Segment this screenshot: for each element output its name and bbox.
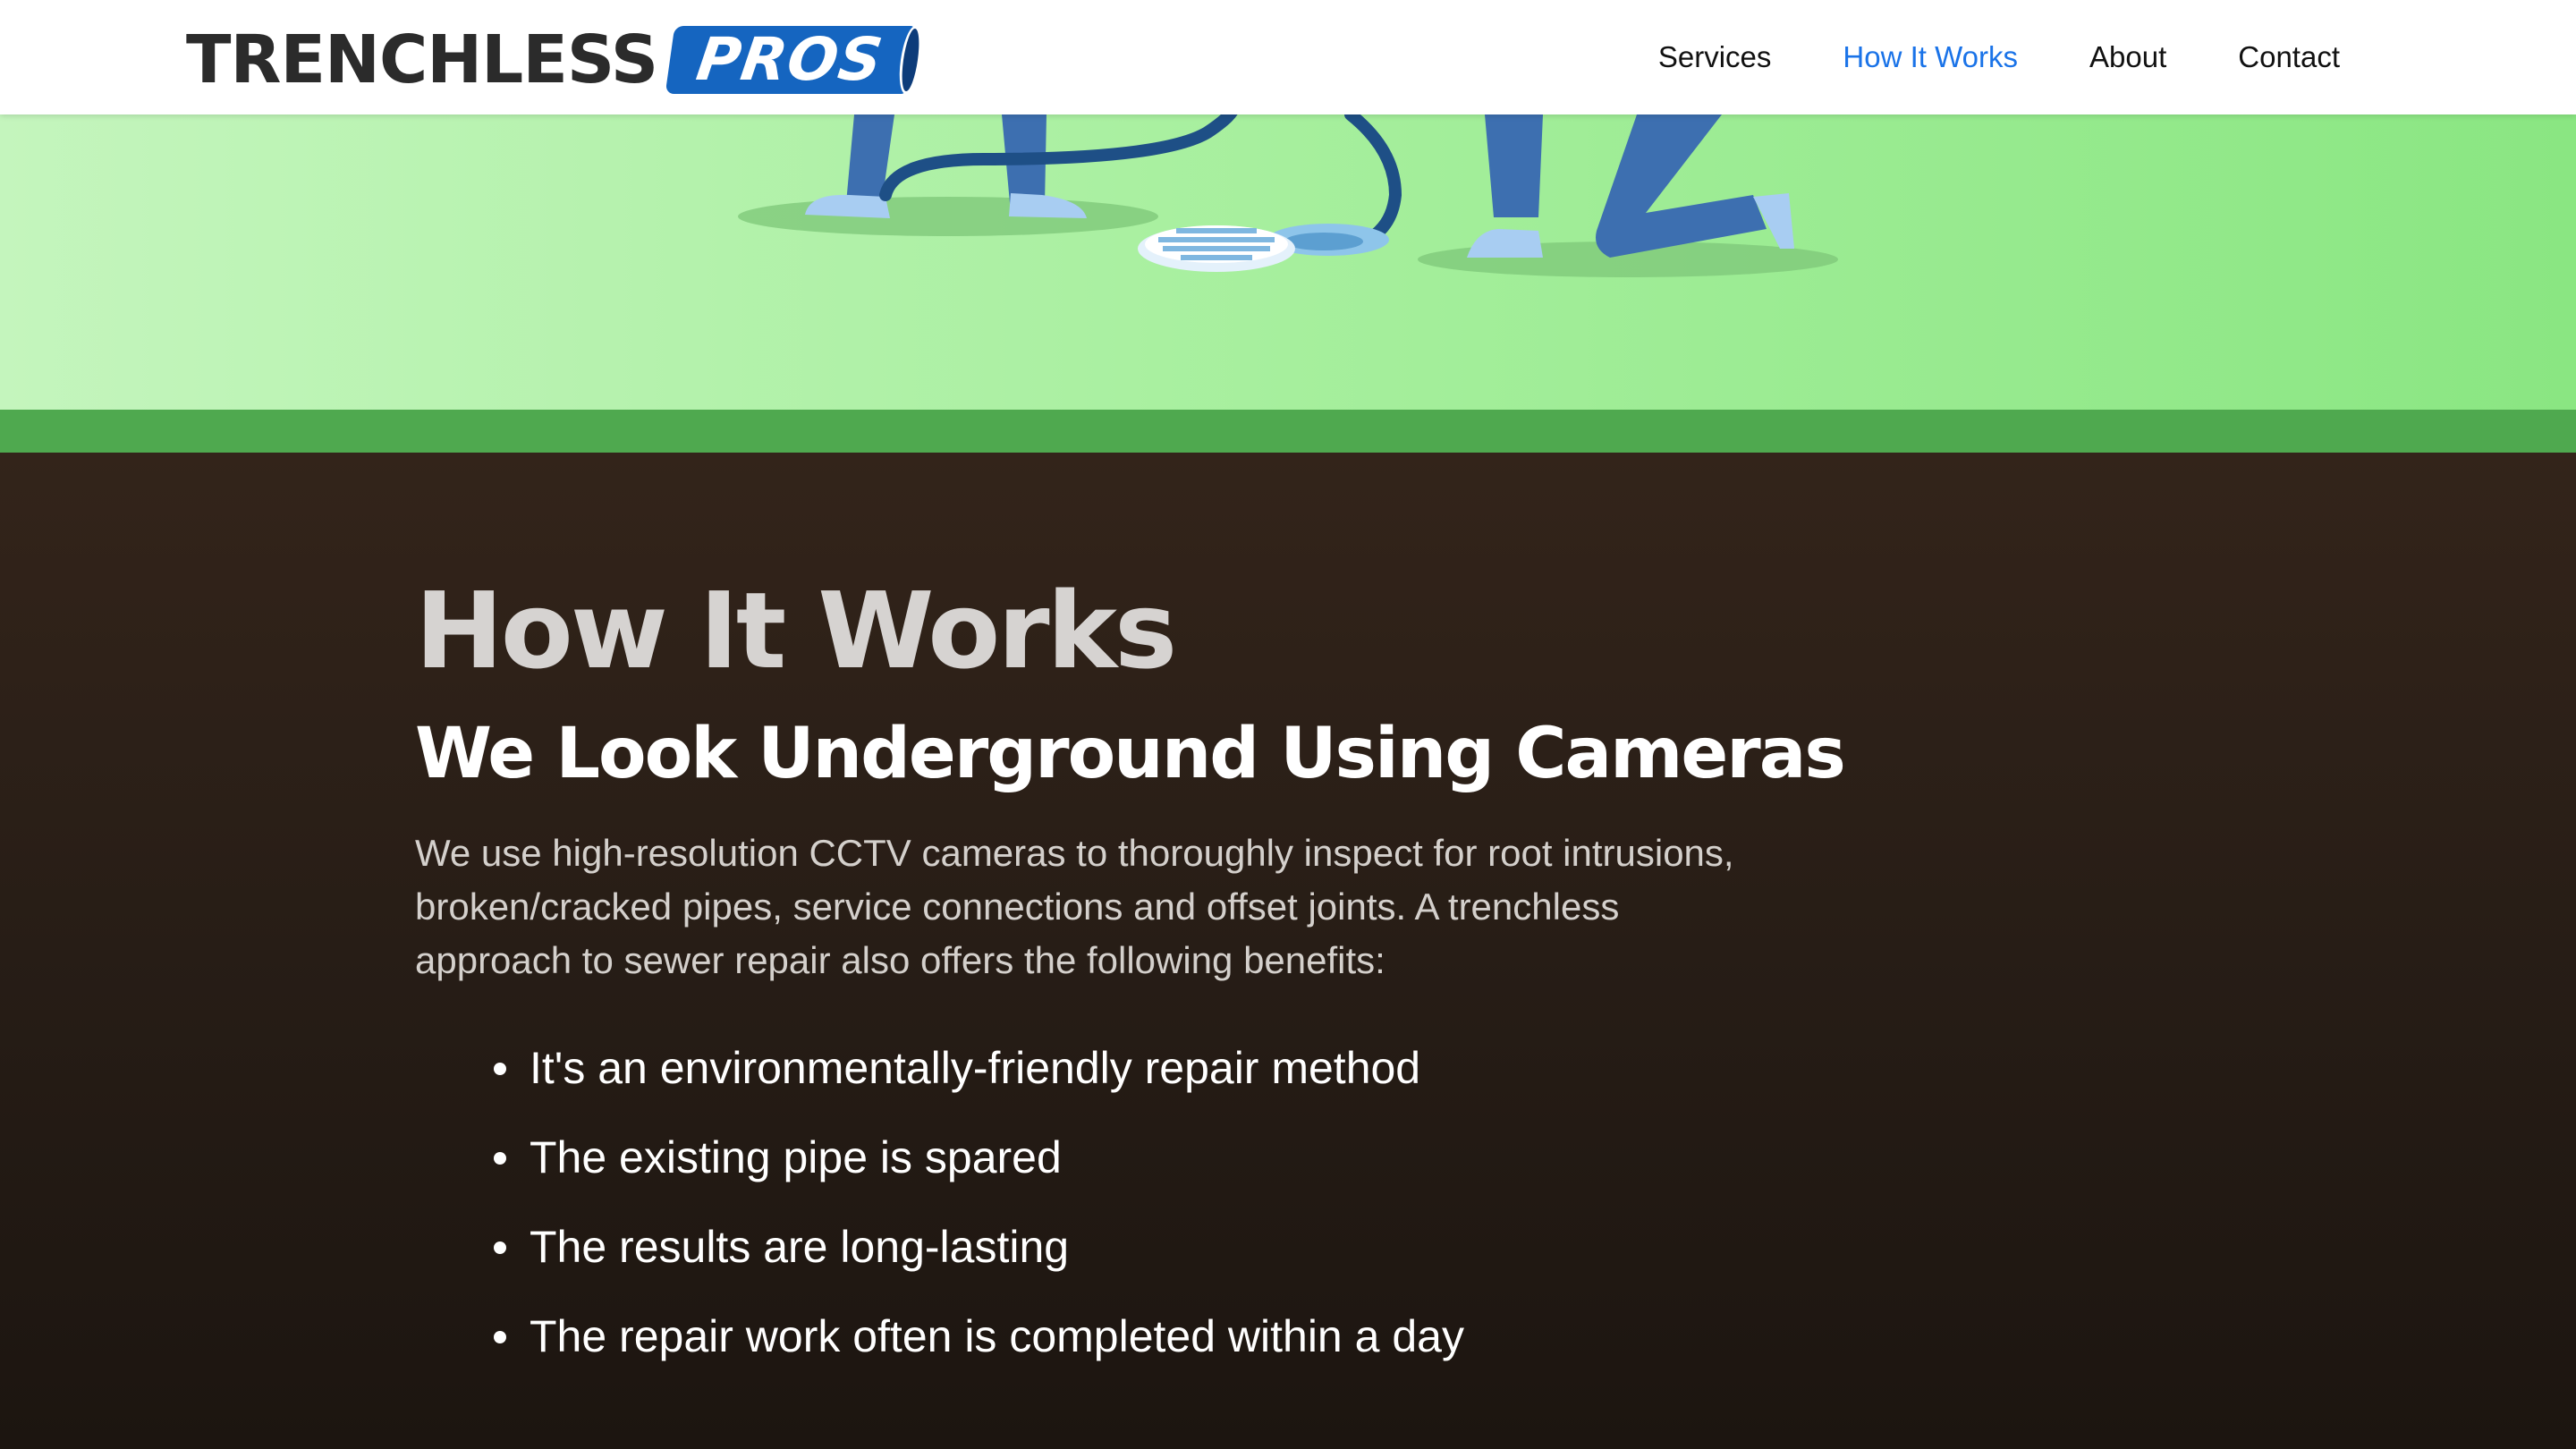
main-nav: Services How It Works About Contact [1587, 0, 2340, 114]
list-item: The results are long-lasting [415, 1202, 1464, 1292]
hero-illustration [0, 114, 2576, 410]
pipe-end-icon [895, 26, 926, 94]
section-subtitle: We Look Underground Using Cameras [415, 714, 1846, 794]
nav-how-it-works[interactable]: How It Works [1843, 40, 2018, 74]
bullet-icon [494, 1063, 506, 1075]
list-item: The existing pipe is spared [415, 1113, 1464, 1202]
list-item: It's an environmentally-friendly repair … [415, 1023, 1464, 1113]
bullet-icon [494, 1331, 506, 1343]
logo-badge-text: PROS [692, 25, 888, 94]
site-header: TRENCHLESS PROS Services How It Works Ab… [0, 0, 2576, 114]
site-logo[interactable]: TRENCHLESS PROS [186, 21, 926, 98]
logo-badge: PROS [665, 25, 926, 94]
page-title: How It Works [415, 569, 1177, 692]
workers-illustration-icon [738, 114, 1838, 277]
divider-strip [0, 410, 2576, 453]
list-item: The repair work often is completed withi… [415, 1292, 1464, 1381]
benefit-text: The repair work often is completed withi… [530, 1311, 1464, 1361]
nav-about[interactable]: About [2089, 40, 2166, 74]
benefit-text: It's an environmentally-friendly repair … [530, 1043, 1421, 1093]
intro-paragraph: We use high-resolution CCTV cameras to t… [415, 832, 1734, 981]
bullet-icon [494, 1152, 506, 1165]
bullet-icon [494, 1241, 506, 1254]
nav-services[interactable]: Services [1658, 40, 1772, 74]
how-it-works-section: How It Works We Look Underground Using C… [0, 453, 2576, 1449]
logo-text: TRENCHLESS [186, 21, 658, 98]
benefits-list: It's an environmentally-friendly repair … [415, 1023, 1464, 1381]
benefit-text: The results are long-lasting [530, 1222, 1070, 1272]
nav-contact[interactable]: Contact [2238, 40, 2340, 74]
benefit-text: The existing pipe is spared [530, 1132, 1062, 1182]
